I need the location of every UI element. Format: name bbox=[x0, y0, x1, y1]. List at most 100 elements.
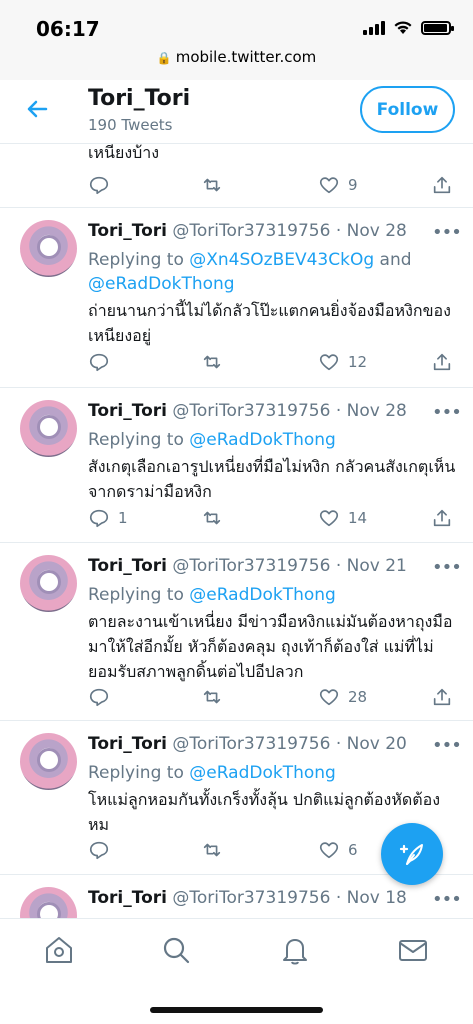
tweet-author-name[interactable]: Tori_Tori bbox=[88, 888, 167, 908]
retweet-button[interactable] bbox=[201, 686, 223, 708]
follow-button[interactable]: Follow bbox=[360, 86, 455, 133]
tweet-author-name[interactable]: Tori_Tori bbox=[88, 556, 167, 576]
more-options-icon[interactable]: ••• bbox=[432, 402, 462, 423]
retweet-button[interactable] bbox=[201, 174, 223, 196]
compose-feather-icon bbox=[399, 844, 423, 865]
compose-tweet-button[interactable] bbox=[381, 823, 443, 885]
messages-envelope-icon[interactable] bbox=[396, 933, 430, 967]
like-button[interactable]: 6 bbox=[318, 839, 358, 861]
tweet-text: ตายละงานเข้าเหนี่ยง มีข่าวมือหงิกแม่มันต… bbox=[88, 612, 453, 681]
retweet-icon bbox=[203, 690, 221, 704]
heart-icon bbox=[319, 842, 339, 859]
mention-link[interactable]: @Xn4SOzBEV43CkOg bbox=[189, 250, 374, 270]
profile-header: Tori_Tori 190 Tweets Follow bbox=[0, 80, 473, 144]
address-bar[interactable]: 🔒 mobile.twitter.com bbox=[0, 48, 473, 66]
mention-link[interactable]: @eRadDokThong bbox=[189, 763, 336, 783]
tweet-author-handle[interactable]: @ToriTor37319756 bbox=[172, 888, 330, 908]
reply-icon bbox=[89, 353, 109, 372]
tweet-date[interactable]: Nov 21 bbox=[347, 556, 407, 576]
reply-button[interactable] bbox=[88, 686, 118, 708]
tweet[interactable]: Tori_Tori @ToriTor37319756 · Nov 21 ••• … bbox=[0, 543, 473, 721]
retweet-icon bbox=[203, 511, 221, 525]
more-options-icon[interactable]: ••• bbox=[432, 222, 462, 243]
separator-dot: · bbox=[335, 556, 342, 576]
tweet-author-name[interactable]: Tori_Tori bbox=[88, 401, 167, 421]
status-bar: 06:17 🔒 mobile.twitter.com bbox=[0, 0, 473, 80]
reply-button[interactable] bbox=[88, 839, 118, 861]
share-icon bbox=[433, 509, 451, 527]
like-count: 6 bbox=[348, 841, 358, 859]
share-button[interactable] bbox=[431, 174, 453, 196]
tweet-text: เหนียงบ้าง bbox=[88, 144, 160, 162]
tweet-actions: 12 bbox=[0, 351, 473, 375]
reply-icon bbox=[89, 176, 109, 195]
notifications-bell-icon[interactable] bbox=[278, 933, 312, 967]
home-icon[interactable] bbox=[42, 933, 76, 967]
reply-button[interactable] bbox=[88, 174, 110, 196]
tweet-author-handle[interactable]: @ToriTor37319756 bbox=[172, 221, 330, 241]
tweet-author-handle[interactable]: @ToriTor37319756 bbox=[172, 734, 330, 754]
avatar[interactable] bbox=[20, 555, 77, 612]
like-button[interactable]: 28 bbox=[318, 686, 367, 708]
like-count: 9 bbox=[348, 176, 358, 194]
tweet-date[interactable]: Nov 18 bbox=[347, 888, 407, 908]
reply-icon bbox=[89, 841, 109, 860]
like-count: 14 bbox=[348, 509, 368, 527]
tweet-date[interactable]: Nov 28 bbox=[347, 221, 407, 241]
tweet-text: ถ่ายนานกว่านี้ไม่ได้กลัวโป๊ะแตกคนยิ่งจ้อ… bbox=[88, 301, 451, 345]
avatar[interactable] bbox=[20, 400, 77, 457]
avatar[interactable] bbox=[20, 733, 77, 790]
tweet-actions: 28 bbox=[0, 686, 473, 710]
heart-icon bbox=[319, 510, 339, 527]
tweet-author-handle[interactable]: @ToriTor37319756 bbox=[172, 556, 330, 576]
search-icon[interactable] bbox=[159, 933, 193, 967]
replying-to: Replying to @Xn4SOzBEV43CkOg and @eRadDo… bbox=[88, 248, 412, 296]
share-icon bbox=[433, 353, 451, 371]
like-button[interactable]: 14 bbox=[318, 507, 367, 529]
reply-button[interactable] bbox=[88, 351, 118, 373]
avatar[interactable] bbox=[20, 887, 77, 918]
back-arrow-icon[interactable] bbox=[22, 94, 52, 124]
mention-link[interactable]: @eRadDokThong bbox=[189, 585, 336, 605]
mention-link[interactable]: @eRadDokThong bbox=[88, 274, 235, 294]
tweet-header: Tori_Tori @ToriTor37319756 · Nov 28 bbox=[88, 401, 407, 421]
retweet-icon bbox=[203, 843, 221, 857]
status-icons bbox=[363, 20, 454, 35]
share-button[interactable] bbox=[431, 351, 453, 373]
bottom-navigation bbox=[0, 918, 473, 1024]
more-options-icon[interactable]: ••• bbox=[432, 735, 462, 756]
separator-dot: · bbox=[335, 401, 342, 421]
replying-to-label: Replying to bbox=[88, 250, 190, 270]
replying-to: Replying to @eRadDokThong bbox=[88, 428, 336, 452]
tweet-date[interactable]: Nov 28 bbox=[347, 401, 407, 421]
retweet-button[interactable] bbox=[201, 839, 223, 861]
tweet-count: 190 Tweets bbox=[88, 116, 173, 134]
share-icon bbox=[433, 688, 451, 706]
reply-button[interactable]: 1 bbox=[88, 507, 128, 529]
tweet-author-handle[interactable]: @ToriTor37319756 bbox=[172, 401, 330, 421]
tweet[interactable]: Tori_Tori @ToriTor37319756 · Nov 28 ••• … bbox=[0, 208, 473, 388]
like-count: 28 bbox=[348, 688, 368, 706]
heart-icon bbox=[319, 689, 339, 706]
share-button[interactable] bbox=[431, 686, 453, 708]
more-options-icon[interactable]: ••• bbox=[432, 557, 462, 578]
like-button[interactable]: 9 bbox=[318, 174, 358, 196]
more-options-icon[interactable]: ••• bbox=[432, 889, 462, 910]
retweet-button[interactable] bbox=[201, 507, 223, 529]
like-button[interactable]: 12 bbox=[318, 351, 367, 373]
tweet-partial[interactable]: เหนียงบ้าง 9 bbox=[0, 144, 473, 208]
avatar[interactable] bbox=[20, 220, 77, 277]
tweet[interactable]: Tori_Tori @ToriTor37319756 · Nov 28 ••• … bbox=[0, 388, 473, 543]
tweet-text: สังเกตุเลือกเอารูปเหนี่ยงที่มือไม่หงิก ก… bbox=[88, 457, 456, 501]
reply-icon bbox=[89, 509, 109, 528]
tweet-header: Tori_Tori @ToriTor37319756 · Nov 20 bbox=[88, 734, 407, 754]
share-button[interactable] bbox=[431, 507, 453, 529]
retweet-button[interactable] bbox=[201, 351, 223, 373]
tweet-author-name[interactable]: Tori_Tori bbox=[88, 734, 167, 754]
tweet-feed[interactable]: เหนียงบ้าง 9 Tori_Tori @ToriTor37319756 … bbox=[0, 144, 473, 918]
tweet-date[interactable]: Nov 20 bbox=[347, 734, 407, 754]
mention-link[interactable]: @eRadDokThong bbox=[189, 430, 336, 450]
separator-dot: · bbox=[335, 221, 342, 241]
tweet-author-name[interactable]: Tori_Tori bbox=[88, 221, 167, 241]
cellular-signal-icon bbox=[363, 20, 385, 35]
